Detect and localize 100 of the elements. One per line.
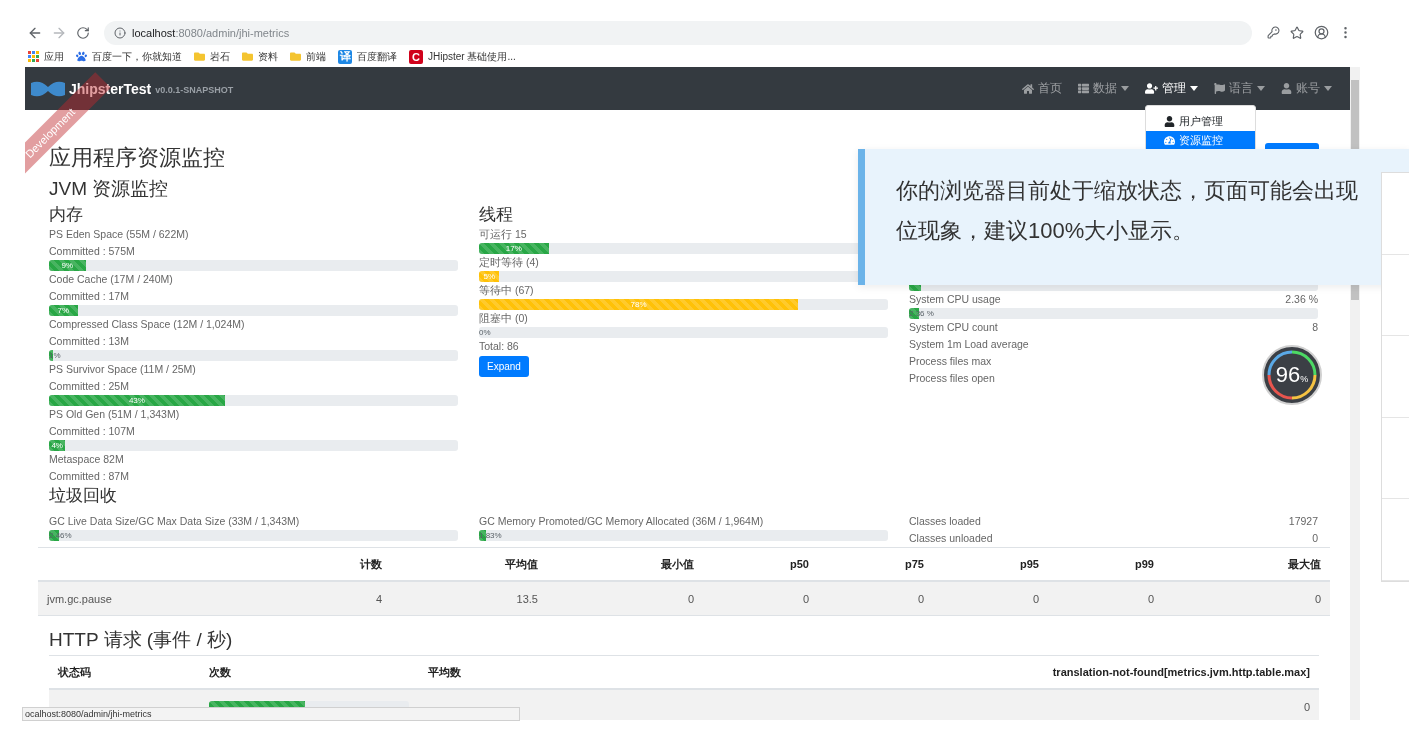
percent-label: 17% [504, 243, 523, 254]
committed-label: Committed : 25M [49, 379, 130, 394]
flag-icon [1214, 83, 1225, 94]
list-icon [1078, 83, 1089, 94]
memory-label: Metaspace 82M [49, 452, 125, 467]
memory-label: PS Eden Space (55M / 622M) [49, 227, 190, 242]
table-cell-text: 4 [374, 591, 383, 607]
paw-icon [76, 51, 87, 62]
committed-label: Committed : 13M [49, 334, 130, 349]
bookmark-label: 资料 [258, 49, 278, 64]
memory-gauge[interactable]: 96% [1262, 345, 1322, 405]
section-heading: 线程 [479, 204, 513, 226]
percent-label: 9% [60, 260, 75, 271]
table-cell-text: 0 [686, 591, 695, 607]
column-header: 状态码 [56, 664, 92, 680]
key-icon[interactable] [1264, 23, 1282, 42]
home-icon [1022, 82, 1034, 95]
nav-item[interactable]: 首页 [1014, 80, 1070, 97]
memory-label: PS Survivor Space (11M / 25M) [49, 362, 197, 377]
stat-label: Process files open [909, 371, 995, 386]
url-text: localhost:8080/admin/jhi-metrics [132, 26, 290, 39]
memory-label: PS Old Gen (51M / 1,343M) [49, 407, 181, 422]
notice-text: 位现象，建议100%大小显示。 [896, 217, 1196, 245]
notice-text: 你的浏览器目前处于缩放状态，页面可能会出现 [896, 177, 1359, 205]
table-cell-text: 0 [1146, 591, 1155, 607]
committed-label: Committed : 87M [49, 469, 130, 484]
stat-label: Classes unloaded [909, 531, 993, 546]
expand-button[interactable]: Expand [479, 356, 529, 377]
bookmark-label: 前端 [306, 49, 326, 64]
account-icon[interactable] [1312, 23, 1330, 42]
thread-label: 可运行 15 [479, 227, 528, 242]
gc-label: GC Memory Promoted/GC Memory Allocated (36M / 1,964M) [479, 514, 765, 529]
stat-label: System CPU usage [909, 292, 1001, 307]
column-header: 最小值 [660, 556, 695, 572]
percent-label: 0% [479, 327, 491, 338]
committed-label: Committed : 575M [49, 244, 136, 259]
stat-value: 17927 [1288, 514, 1318, 529]
bookmark[interactable]: 译 百度翻译 [338, 49, 397, 64]
gauge-unit: % [1300, 374, 1309, 384]
bookmark[interactable]: C JHipster 基础使用... [409, 49, 516, 64]
percent-label: 43% [127, 395, 146, 406]
app-icon: C [409, 49, 423, 64]
stat-label: System 1m Load average [909, 337, 1029, 352]
bookmark-label: 百度一下，你就知道 [92, 49, 182, 64]
apps-icon [28, 51, 39, 62]
bookmark-label: 岩石 [210, 49, 230, 64]
column-header: 计数 [359, 556, 383, 572]
stat-value: 8 [1312, 320, 1318, 335]
percent-label: 5% [482, 271, 496, 282]
gauge-ring-drawing [1266, 349, 1318, 401]
committed-label: Committed : 17M [49, 289, 130, 304]
stat-label: Process files max [909, 354, 992, 369]
bookmark[interactable]: 岩石 [194, 49, 230, 64]
stat-value: 0 [1312, 531, 1318, 546]
table-cell-text: 13.5 [515, 591, 539, 607]
percent-label: 78% [629, 299, 648, 310]
section-heading: 内存 [49, 204, 83, 226]
bookmark[interactable]: 前端 [290, 49, 326, 64]
committed-label: Committed : 107M [49, 424, 136, 439]
info-icon [114, 26, 126, 39]
column-header: 平均数 [427, 664, 462, 680]
table-cell-text: 0 [1031, 591, 1040, 607]
section-title: JVM 资源监控 [49, 177, 169, 201]
column-header: p95 [1019, 557, 1040, 572]
section-heading: 垃圾回收 [49, 485, 117, 507]
brand-name: JhipsterTest [69, 80, 152, 97]
nav-item[interactable]: 语言 [1206, 80, 1273, 97]
thread-label: 等待中 (67) [479, 283, 535, 298]
address-field[interactable]: localhost:8080/admin/jhi-metrics [104, 20, 1252, 45]
column-header: translation-not-found[metrics.jvm.http.table.max] [1051, 665, 1311, 680]
gauge-icon [1164, 135, 1175, 146]
stat-label: System CPU count [909, 320, 998, 335]
url-tooltip: ocalhost:8080/admin/jhi-metrics [22, 707, 520, 721]
bookmark[interactable]: 百度一下，你就知道 [76, 49, 182, 64]
translate-icon: 译 [338, 49, 352, 64]
column-header: 次数 [208, 664, 232, 680]
table-cell-text: 0 [801, 591, 810, 607]
nav-item[interactable]: 管理 [1137, 80, 1206, 97]
memory-label: Code Cache (17M / 240M) [49, 272, 174, 287]
nav-item[interactable]: 账号 [1273, 80, 1340, 97]
user-plus-icon [1145, 82, 1158, 95]
column-header: p99 [1134, 557, 1155, 572]
percent-label: 7% [56, 305, 71, 316]
bookmark[interactable]: 资料 [242, 49, 278, 64]
version-label: v0.0.1-SNAPSHOT [155, 85, 234, 95]
bowtie-logo-icon [31, 80, 65, 97]
bookmark-label: JHipster 基础使用... [428, 49, 516, 64]
bookmark[interactable]: 应用 [28, 49, 64, 64]
bookmark-label: 应用 [44, 49, 64, 64]
user-icon [1164, 116, 1175, 127]
folder-icon [290, 51, 301, 62]
nav-item[interactable]: 数据 [1070, 80, 1137, 97]
table-cell-text: 0 [1313, 591, 1322, 607]
column-header: p75 [904, 557, 925, 572]
memory-label: Compressed Class Space (12M / 1,024M) [49, 317, 246, 332]
column-header: 平均值 [504, 556, 539, 572]
percent-label: 4% [50, 440, 64, 451]
stat-label: Classes loaded [909, 514, 981, 529]
thread-label: 阻塞中 (0) [479, 311, 529, 326]
column-header: p50 [789, 557, 810, 572]
